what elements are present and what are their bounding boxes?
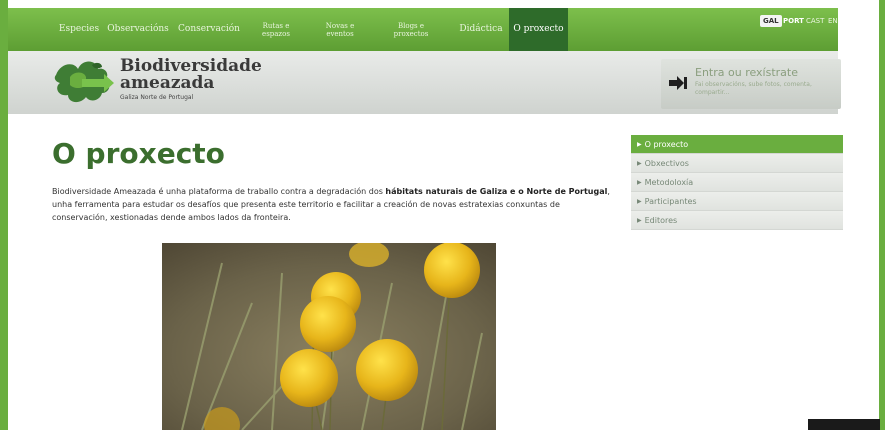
lang-en[interactable]: EN [828, 15, 838, 27]
logo-icon[interactable] [52, 55, 122, 107]
nav-item-blogs[interactable]: Blogs e proxectos [386, 8, 436, 51]
side-item-label: Editores [644, 215, 678, 225]
triangle-icon: ▶ [637, 216, 642, 224]
nav-item-didactica[interactable]: Didáctica [454, 8, 508, 51]
login-title: Entra ou rexístrate [695, 66, 799, 79]
side-item-obxectivos[interactable]: ▶ Obxectivos [631, 154, 843, 173]
flower-photo [162, 243, 496, 430]
nav-item-label: Novas e eventos [325, 21, 355, 38]
side-item-label: O proxecto [644, 139, 689, 149]
nav-item-rutas[interactable]: Rutas e espazos [252, 8, 300, 51]
side-item-metodoloxia[interactable]: ▶ Metodoloxía [631, 173, 843, 192]
nav-item-novas[interactable]: Novas e eventos [314, 8, 366, 51]
page-title: O proxecto [52, 137, 225, 170]
intro-text-bold: hábitats naturais de Galiza e o Norte de… [385, 187, 608, 196]
side-item-label: Metodoloxía [644, 177, 694, 187]
triangle-icon: ▶ [637, 178, 642, 186]
side-item-o-proxecto[interactable]: ▶ O proxecto [631, 135, 843, 154]
lang-gal[interactable]: GAL [760, 15, 782, 27]
side-item-editores[interactable]: ▶ Editores [631, 211, 843, 230]
nav-item-observacions[interactable]: Observacións [102, 8, 174, 51]
intro-text: Biodiversidade Ameazada é unha plataform… [52, 185, 612, 224]
side-item-label: Obxectivos [644, 158, 689, 168]
side-item-label: Participantes [644, 196, 697, 206]
left-border [0, 0, 8, 430]
intro-text-part-1: Biodiversidade Ameazada é unha plataform… [52, 187, 386, 196]
lang-cast[interactable]: CAST [806, 15, 824, 27]
top-nav: Especies Observacións Conservación Rutas… [8, 8, 838, 51]
corner-widget[interactable] [808, 419, 880, 430]
nav-item-especies[interactable]: Especies [56, 8, 102, 51]
lang-port[interactable]: PORT [783, 15, 804, 27]
section-menu: ▶ O proxecto ▶ Obxectivos ▶ Metodoloxía ▶ Pa… [631, 135, 843, 230]
login-subtitle: Fai observacións, sube fotos, comenta, c… [695, 81, 812, 96]
brand-line-2: ameazada [120, 73, 215, 93]
brand-line-3: Galiza Norte de Portugal [120, 94, 194, 101]
nav-item-label: Rutas e espazos [262, 21, 290, 38]
triangle-icon: ▶ [637, 197, 642, 205]
nav-item-label: Blogs e proxectos [393, 21, 429, 38]
nav-item-o-proxecto[interactable]: O proxecto [509, 8, 568, 51]
right-border [879, 0, 885, 430]
nav-item-conservacion[interactable]: Conservación [174, 8, 244, 51]
page: { "nav": { "items": [ {"label": "Especie… [0, 0, 885, 430]
triangle-icon: ▶ [637, 159, 642, 167]
triangle-icon: ▶ [637, 140, 642, 148]
login-arrow-icon [669, 76, 687, 90]
side-item-participantes[interactable]: ▶ Participantes [631, 192, 843, 211]
